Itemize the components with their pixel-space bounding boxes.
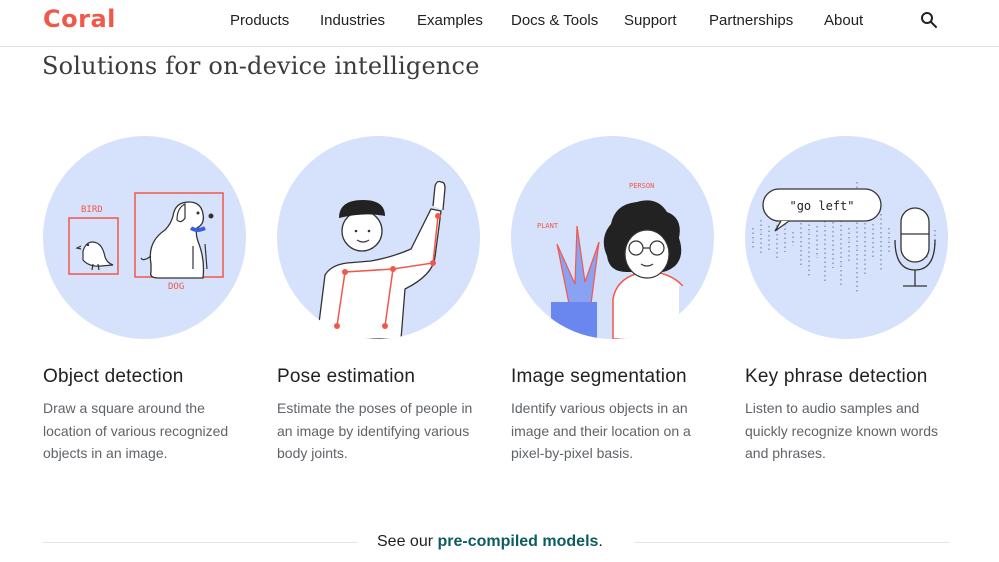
nav-industries[interactable]: Industries bbox=[320, 12, 385, 29]
cta-prefix: See our bbox=[377, 533, 438, 550]
site-header: Coral Products Industries Examples Docs … bbox=[0, 0, 999, 47]
search-icon[interactable] bbox=[920, 11, 938, 29]
page-title: Solutions for on-device intelligence bbox=[42, 52, 480, 80]
card-title: Pose estimation bbox=[277, 366, 416, 387]
cta-text: See our pre-compiled models. bbox=[377, 533, 603, 551]
card-title: Object detection bbox=[43, 366, 184, 387]
person-plant-illustration: PERSON PLANT bbox=[537, 182, 714, 339]
bird-dog-illustration: BIRD DOG bbox=[68, 192, 224, 292]
card-title: Key phrase detection bbox=[745, 366, 928, 387]
footer-cta-row: See our pre-compiled models. bbox=[0, 530, 999, 554]
object-detection-illustration: BIRD DOG bbox=[43, 136, 246, 339]
card-description: Identify various objects in an image and… bbox=[511, 400, 691, 461]
card-description: Listen to audio samples and quickly reco… bbox=[745, 400, 938, 461]
person-pose-illustration bbox=[316, 180, 446, 339]
cta-suffix: . bbox=[598, 533, 603, 550]
divider-left bbox=[43, 542, 358, 543]
nav-docs-tools[interactable]: Docs & Tools bbox=[511, 12, 598, 29]
card-description: Draw a square around the location of var… bbox=[43, 400, 229, 461]
nav-support[interactable]: Support bbox=[624, 12, 677, 29]
card-key-phrase-detection[interactable]: "go left" Key phrase detection Listen to… bbox=[745, 136, 955, 461]
nav-examples[interactable]: Examples bbox=[417, 12, 483, 29]
divider-right bbox=[634, 542, 950, 543]
card-object-detection[interactable]: BIRD DOG Object detection Draw a square … bbox=[43, 136, 253, 461]
bird-label: BIRD bbox=[81, 205, 103, 215]
card-title: Image segmentation bbox=[511, 366, 687, 387]
main-nav: Products Industries Examples Docs & Tool… bbox=[0, 12, 999, 32]
key-phrase-illustration: "go left" bbox=[745, 136, 948, 339]
pose-estimation-illustration bbox=[277, 136, 480, 339]
card-description: Estimate the poses of people in an image… bbox=[277, 400, 473, 461]
pre-compiled-models-link[interactable]: pre-compiled models bbox=[437, 533, 598, 550]
image-segmentation-illustration: PERSON PLANT bbox=[511, 136, 714, 339]
microphone-waveform-illustration: "go left" bbox=[752, 182, 936, 294]
bubble-text: "go left" bbox=[789, 199, 854, 213]
person-label: PERSON bbox=[629, 182, 654, 190]
nav-products[interactable]: Products bbox=[230, 12, 289, 29]
dog-label: DOG bbox=[168, 282, 184, 292]
nav-about[interactable]: About bbox=[824, 12, 863, 29]
card-pose-estimation[interactable]: Pose estimation Estimate the poses of pe… bbox=[277, 136, 487, 461]
card-image-segmentation[interactable]: PERSON PLANT Image segmentation Identify… bbox=[511, 136, 721, 461]
nav-partnerships[interactable]: Partnerships bbox=[709, 12, 793, 29]
plant-label: PLANT bbox=[537, 222, 559, 230]
